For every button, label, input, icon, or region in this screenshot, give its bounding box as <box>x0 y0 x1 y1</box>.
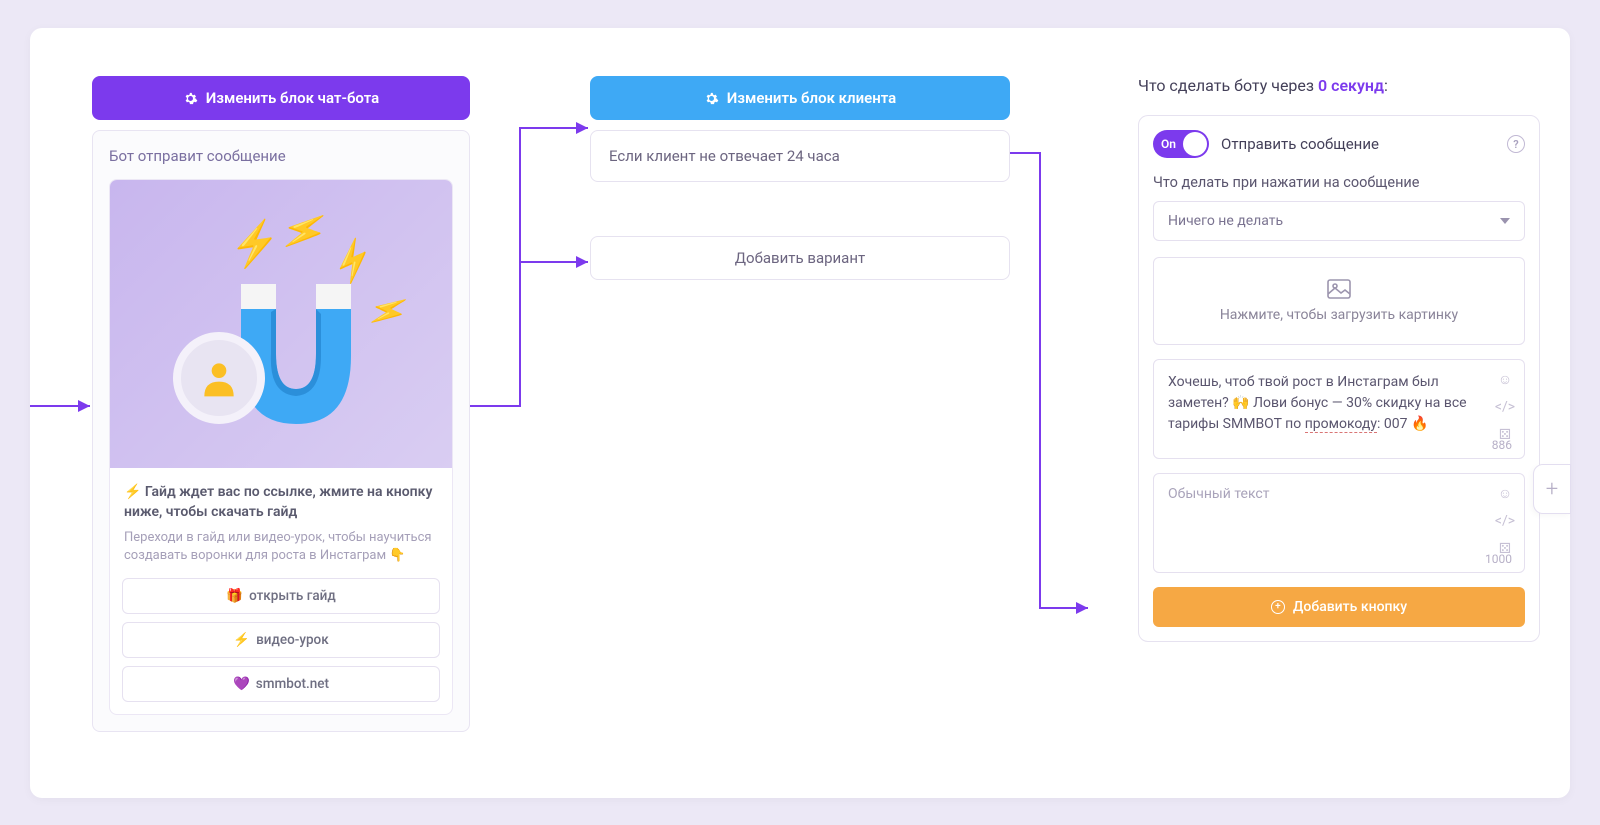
person-badge <box>173 332 265 424</box>
bot-body: Бот отправит сообщение ⚡ ⚡ ⚡ ⚡ <box>92 130 470 732</box>
toggle-state-label: On <box>1161 137 1176 151</box>
client-block: Изменить блок клиента Если клиент не отв… <box>590 76 1010 280</box>
bot-button-video[interactable]: ⚡ видео-урок <box>122 622 440 658</box>
click-action-select[interactable]: Ничего не делать <box>1153 201 1525 241</box>
bot-card-image: ⚡ ⚡ ⚡ ⚡ <box>110 180 452 468</box>
person-icon <box>197 356 241 400</box>
message-text-1[interactable]: Хочешь, чтоб твой рост в Инстаграм был з… <box>1153 359 1525 459</box>
bot-card-title: ⚡ Гайд ждет вас по ссылке, жмите на кноп… <box>124 482 438 523</box>
bot-button-label: видео-урок <box>256 632 329 648</box>
panel-card: On Отправить сообщение ? Что делать при … <box>1138 115 1540 642</box>
add-button[interactable]: + Добавить кнопку <box>1153 587 1525 627</box>
gear-icon <box>183 91 198 106</box>
plus-icon: + <box>1271 600 1285 614</box>
add-variant-label: Добавить вариант <box>735 249 865 267</box>
send-message-label: Отправить сообщение <box>1221 135 1495 153</box>
bot-header-label: Изменить блок чат-бота <box>206 89 379 107</box>
select-value: Ничего не делать <box>1168 213 1283 229</box>
edit-bot-block-header[interactable]: Изменить блок чат-бота <box>92 76 470 120</box>
click-action-label: Что делать при нажатии на сообщение <box>1153 174 1525 191</box>
edit-client-block-header[interactable]: Изменить блок клиента <box>590 76 1010 120</box>
panel-title: Что сделать боту через 0 секунд: <box>1138 76 1540 95</box>
add-variant-button[interactable]: Добавить вариант <box>590 236 1010 280</box>
flow-canvas[interactable]: Изменить блок чат-бота Бот отправит сооб… <box>30 28 1570 798</box>
bot-button-list: 🎁 открыть гайд ⚡ видео-урок 💜 smmbot.net <box>110 578 452 714</box>
code-icon[interactable]: </> <box>1496 398 1514 416</box>
heart-icon: 💜 <box>233 676 250 692</box>
gift-icon: 🎁 <box>226 588 243 604</box>
client-condition-text: Если клиент не отвечает 24 часа <box>609 147 840 165</box>
delay-seconds[interactable]: 0 секунд <box>1318 76 1384 95</box>
help-icon[interactable]: ? <box>1507 135 1525 153</box>
char-count: 1000 <box>1485 552 1512 566</box>
text-placeholder: Обычный текст <box>1168 486 1484 502</box>
add-button-label: Добавить кнопку <box>1293 599 1407 615</box>
upload-hint: Нажмите, чтобы загрузить картинку <box>1220 307 1458 323</box>
toggle-knob <box>1183 132 1207 156</box>
bolt-icon: ⚡ <box>233 632 250 648</box>
emoji-icon[interactable]: ☺ <box>1496 370 1514 388</box>
bot-button-label: smmbot.net <box>256 676 329 692</box>
bot-message-card[interactable]: ⚡ ⚡ ⚡ ⚡ <box>109 179 453 715</box>
bot-block: Изменить блок чат-бота Бот отправит сооб… <box>92 76 470 732</box>
client-header-label: Изменить блок клиента <box>727 89 896 107</box>
send-message-toggle[interactable]: On <box>1153 130 1209 158</box>
gear-icon <box>704 91 719 106</box>
client-condition-box[interactable]: Если клиент не отвечает 24 часа <box>590 130 1010 182</box>
side-panel: Что сделать боту через 0 секунд: On Отпр… <box>1138 76 1540 642</box>
bot-card-desc: Переходи в гайд или видео-урок, чтобы на… <box>124 529 438 567</box>
image-icon <box>1327 279 1351 299</box>
message-text-2[interactable]: Обычный текст ☺ </> ⚄ 1000 <box>1153 473 1525 573</box>
image-upload-box[interactable]: Нажмите, чтобы загрузить картинку <box>1153 257 1525 345</box>
floating-add-button[interactable]: + <box>1533 464 1571 514</box>
code-icon[interactable]: </> <box>1496 512 1514 530</box>
message-text-content: Хочешь, чтоб твой рост в Инстаграм был з… <box>1168 372 1484 435</box>
emoji-icon[interactable]: ☺ <box>1496 484 1514 502</box>
bot-send-label: Бот отправит сообщение <box>109 147 453 165</box>
bolt-icon: ⚡ <box>324 233 382 290</box>
char-count: 886 <box>1492 438 1512 452</box>
bot-button-site[interactable]: 💜 smmbot.net <box>122 666 440 702</box>
bot-button-label: открыть гайд <box>249 588 336 604</box>
chevron-down-icon <box>1500 218 1510 224</box>
bot-button-open-guide[interactable]: 🎁 открыть гайд <box>122 578 440 614</box>
